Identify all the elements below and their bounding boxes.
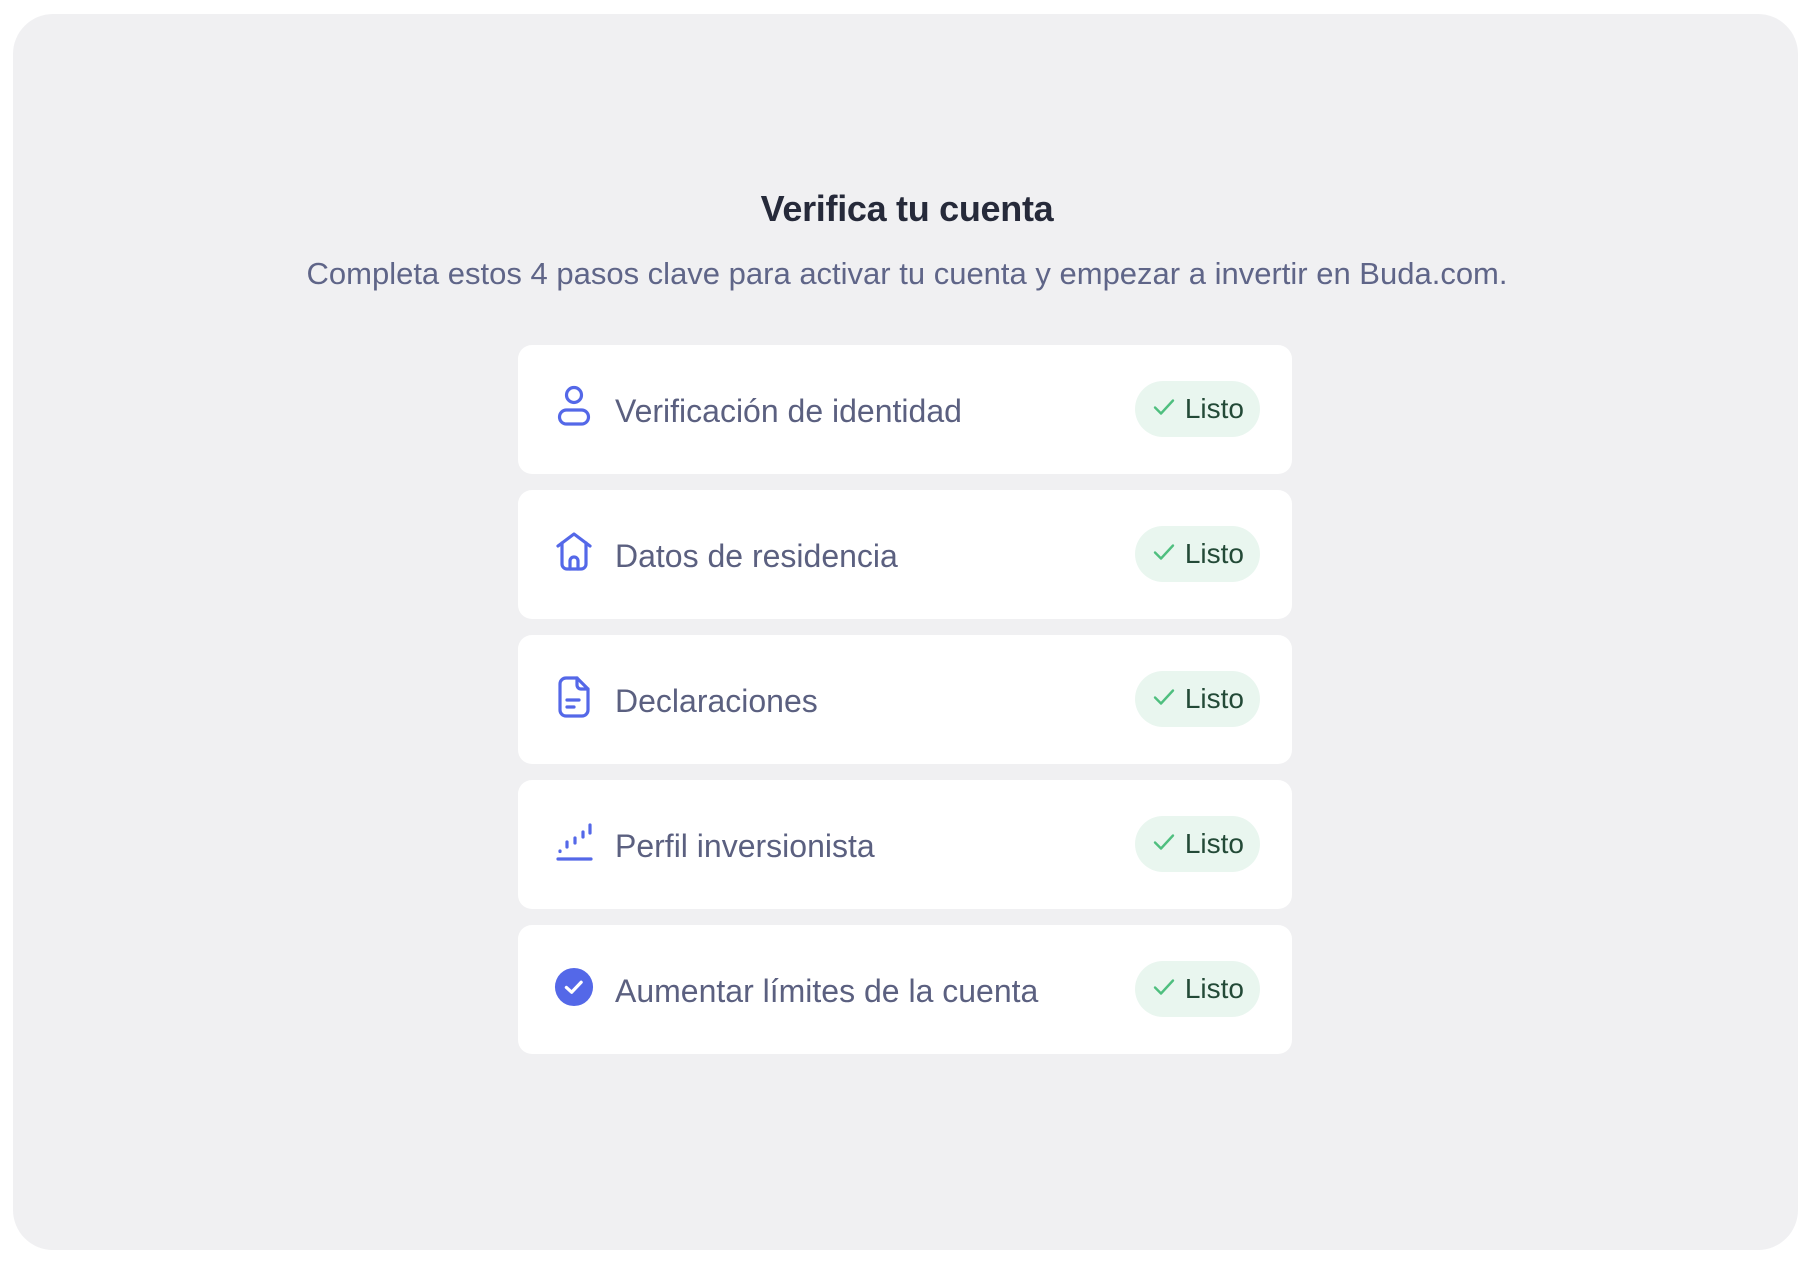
status-badge-label: Listo: [1184, 538, 1244, 569]
step-label: Aumentar límites de la cuenta: [615, 973, 1039, 1009]
step-declarations[interactable]: Declaraciones Listo: [518, 635, 1292, 764]
step-investor-profile[interactable]: Perfil inversionista Listo: [518, 780, 1292, 909]
page-subtitle: Completa estos 4 pasos clave para activa…: [306, 256, 1508, 291]
check-circle-icon: [554, 965, 594, 1009]
status-badge: Listo: [1134, 816, 1260, 872]
steps-list: Verificación de identidad Listo Datos de…: [518, 345, 1292, 1070]
check-icon: [1153, 398, 1175, 421]
step-label: Perfil inversionista: [615, 828, 875, 864]
status-badge-label: Listo: [1184, 683, 1244, 714]
status-badge-label: Listo: [1184, 973, 1244, 1004]
user-icon: [554, 385, 594, 429]
step-residence[interactable]: Datos de residencia Listo: [518, 490, 1292, 619]
status-badge: Listo: [1134, 381, 1260, 437]
status-badge: Listo: [1134, 671, 1260, 727]
step-label: Datos de residencia: [615, 538, 898, 574]
step-label: Declaraciones: [615, 683, 818, 719]
page-title: Verifica tu cuenta: [760, 188, 1054, 229]
chart-icon: [554, 820, 594, 864]
status-badge: Listo: [1134, 526, 1260, 582]
status-badge-label: Listo: [1184, 828, 1244, 859]
check-icon: [1153, 978, 1175, 1001]
step-identity[interactable]: Verificación de identidad Listo: [518, 345, 1292, 474]
step-label: Verificación de identidad: [615, 393, 962, 429]
status-badge-label: Listo: [1184, 393, 1244, 424]
check-icon: [1153, 543, 1175, 566]
step-account-limits[interactable]: Aumentar límites de la cuenta Listo: [518, 925, 1292, 1054]
document-icon: [554, 675, 594, 719]
check-icon: [1153, 833, 1175, 856]
home-icon: [554, 530, 594, 574]
check-icon: [1153, 688, 1175, 711]
status-badge: Listo: [1134, 961, 1260, 1017]
